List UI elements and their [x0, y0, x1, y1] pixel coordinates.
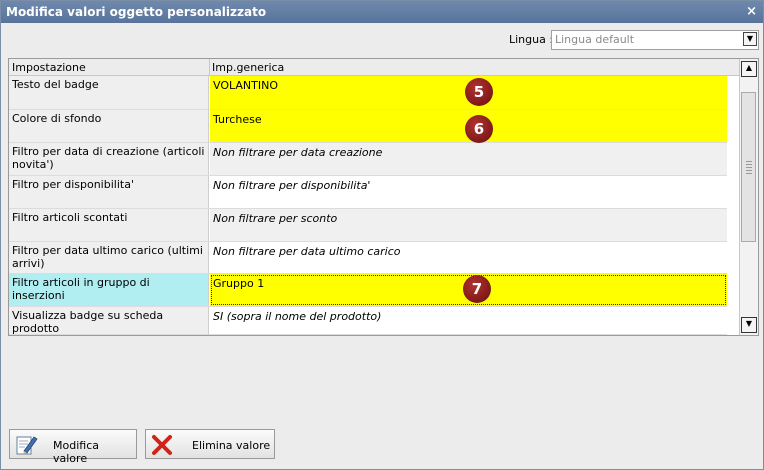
- table-row[interactable]: Testo del badge VOLANTINO: [9, 76, 727, 110]
- column-header-value[interactable]: Imp.generica: [212, 61, 284, 74]
- grip-line: [746, 170, 752, 171]
- setting-cell: Filtro per data ultimo carico (ultimi ar…: [9, 242, 209, 273]
- column-separator: [209, 59, 210, 75]
- delete-value-label: Elimina valore: [192, 439, 271, 452]
- dialog-window: Modifica valori oggetto personalizzato ×…: [0, 0, 764, 470]
- grip-line: [746, 164, 752, 165]
- scroll-up-icon[interactable]: ▲: [741, 61, 757, 77]
- value-cell[interactable]: Non filtrare per data ultimo carico: [210, 242, 727, 273]
- table-row[interactable]: Filtro per data ultimo carico (ultimi ar…: [9, 242, 727, 274]
- setting-cell: Filtro per data di creazione (articoli n…: [9, 143, 209, 175]
- setting-cell: Filtro per disponibilita': [9, 176, 209, 208]
- value-cell[interactable]: Non filtrare per disponibilita': [210, 176, 727, 208]
- settings-grid: Impostazione Imp.generica Testo del badg…: [8, 58, 759, 336]
- vertical-scrollbar[interactable]: ▲ ▼: [739, 59, 758, 335]
- chevron-down-icon[interactable]: ▼: [743, 32, 757, 46]
- grip-line: [746, 167, 752, 168]
- table-row-selected[interactable]: Filtro articoli in gruppo di inserzioni …: [9, 274, 727, 307]
- title-bar: Modifica valori oggetto personalizzato ×: [1, 1, 763, 23]
- setting-cell: Colore di sfondo: [9, 110, 209, 142]
- step-marker-6: 6: [465, 115, 493, 143]
- scrollbar-thumb[interactable]: [741, 92, 756, 242]
- setting-cell: Filtro articoli scontati: [9, 209, 209, 241]
- column-header-setting[interactable]: Impostazione: [12, 61, 86, 74]
- table-row[interactable]: Visualizza badge su scheda prodotto SI (…: [9, 307, 727, 335]
- setting-cell: Visualizza badge su scheda prodotto: [9, 307, 209, 335]
- setting-cell: Testo del badge: [9, 76, 209, 109]
- delete-value-button[interactable]: Elimina valore: [145, 429, 275, 459]
- value-cell[interactable]: Non filtrare per data creazione: [210, 143, 727, 175]
- step-marker-7: 7: [463, 275, 491, 303]
- value-cell[interactable]: SI (sopra il nome del prodotto): [210, 307, 727, 334]
- table-row[interactable]: Filtro per data di creazione (articoli n…: [9, 143, 727, 176]
- scroll-down-icon[interactable]: ▼: [741, 317, 757, 333]
- table-row[interactable]: Filtro per disponibilita' Non filtrare p…: [9, 176, 727, 209]
- language-select-value: Lingua default: [555, 33, 635, 46]
- step-marker-5: 5: [465, 78, 493, 106]
- close-icon[interactable]: ×: [746, 1, 757, 23]
- grip-line: [746, 161, 752, 162]
- edit-value-label: Modifica valore: [53, 439, 99, 465]
- value-cell[interactable]: Non filtrare per sconto: [210, 209, 727, 241]
- edit-value-button[interactable]: Modifica valore: [9, 429, 137, 465]
- table-row[interactable]: Colore di sfondo Turchese: [9, 110, 727, 143]
- language-select[interactable]: Lingua default ▼: [551, 30, 759, 50]
- setting-cell: Filtro articoli in gruppo di inserzioni: [9, 274, 209, 306]
- grid-header: Impostazione Imp.generica: [9, 59, 739, 76]
- pencil-document-icon: [16, 436, 38, 455]
- window-title: Modifica valori oggetto personalizzato: [6, 5, 267, 19]
- table-row[interactable]: Filtro articoli scontati Non filtrare pe…: [9, 209, 727, 242]
- grip-line: [746, 173, 752, 174]
- language-label: Lingua :: [509, 33, 554, 46]
- red-x-icon: [152, 435, 172, 455]
